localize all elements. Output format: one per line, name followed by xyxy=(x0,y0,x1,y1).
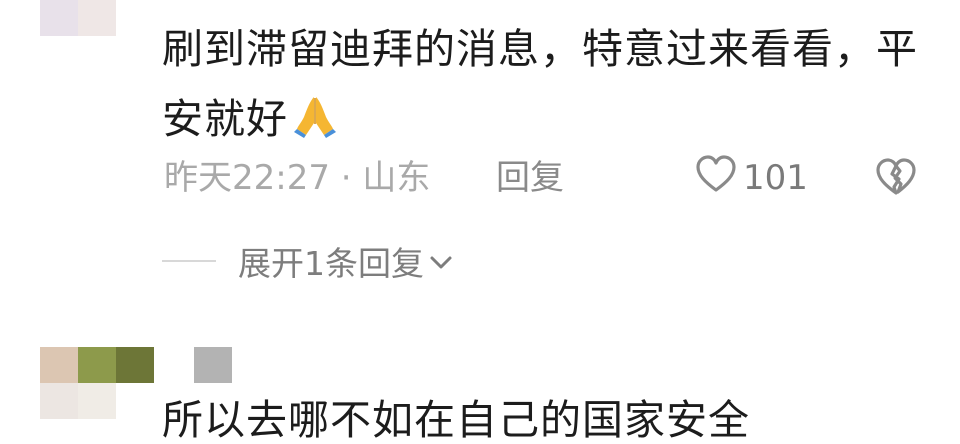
reply-button[interactable]: 回复 xyxy=(496,155,564,201)
divider-line xyxy=(162,260,216,262)
expand-replies-button[interactable]: 展开1条回复 xyxy=(162,238,454,284)
comment-meta: 昨天22:27 · 山东 xyxy=(164,155,430,201)
next-comment-text: 所以去哪不如在自己的国家安全 xyxy=(162,396,750,444)
dislike-button[interactable] xyxy=(874,157,918,201)
comment-time: 昨天22:27 xyxy=(164,158,330,198)
meta-separator: · xyxy=(329,158,363,198)
expand-replies-label: 展开1条回复 xyxy=(238,244,424,283)
heart-icon xyxy=(695,154,737,202)
like-count: 101 xyxy=(743,158,808,198)
folded-hands-icon xyxy=(292,90,338,160)
chevron-down-icon xyxy=(428,242,454,281)
like-button[interactable]: 101 xyxy=(695,154,808,202)
comment-text: 刷到滞留迪拜的消息，特意过来看看，平安就好 xyxy=(162,14,922,160)
broken-heart-icon xyxy=(874,158,918,201)
comment-body: 刷到滞留迪拜的消息，特意过来看看，平安就好 xyxy=(162,25,918,143)
comment-location: 山东 xyxy=(362,158,431,198)
